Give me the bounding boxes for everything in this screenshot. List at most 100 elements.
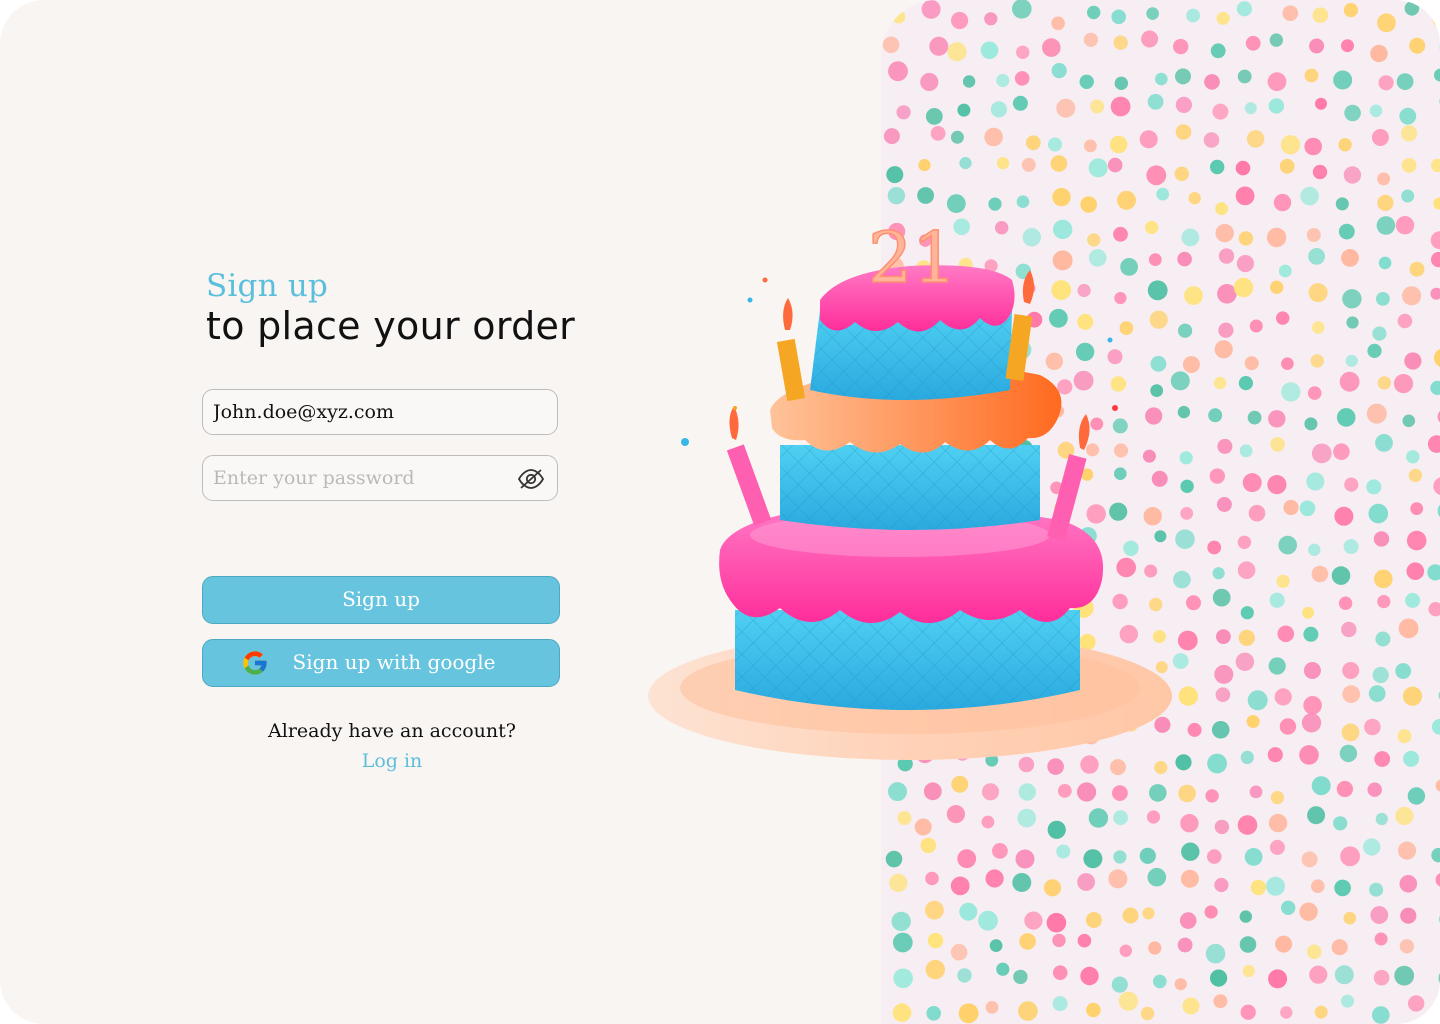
confetti-dot [1395, 663, 1412, 679]
confetti-dot [1237, 535, 1252, 549]
confetti-dot [1435, 779, 1440, 792]
confetti-dot [959, 902, 978, 921]
confetti-dot [1304, 137, 1322, 156]
confetti-dot [1338, 138, 1352, 152]
confetti-dot [1370, 906, 1389, 924]
confetti-dot [1240, 750, 1254, 765]
eye-off-icon[interactable] [517, 467, 545, 491]
signup-button[interactable]: Sign up [202, 576, 560, 624]
confetti-dot [1343, 911, 1357, 925]
confetti-dot [1371, 129, 1389, 146]
login-link[interactable]: Log in [202, 750, 582, 772]
confetti-dot [1250, 879, 1267, 896]
confetti-dot [892, 1003, 912, 1022]
confetti-dot [1235, 160, 1251, 176]
confetti-dot [992, 843, 1008, 859]
confetti-dot [1237, 815, 1258, 835]
confetti-dot [1433, 197, 1440, 210]
confetti-dot [1266, 876, 1285, 896]
confetti-dot [925, 959, 945, 980]
confetti-dot [1368, 503, 1389, 524]
confetti-dot [1214, 819, 1230, 835]
confetti-dot [996, 73, 1010, 88]
confetti-dot [1312, 7, 1329, 23]
confetti-dot [1215, 202, 1228, 216]
confetti-dot [1369, 882, 1384, 897]
confetti-dot [1274, 688, 1292, 706]
confetti-dot [1155, 72, 1168, 86]
password-field[interactable] [213, 456, 513, 500]
confetti-dot [925, 108, 943, 125]
confetti-dot [1239, 936, 1257, 953]
confetti-dot [926, 1006, 941, 1021]
confetti-dot [929, 36, 949, 56]
confetti-dot [1213, 376, 1227, 390]
confetti-dot [1378, 256, 1392, 270]
confetti-dot [1242, 964, 1255, 978]
confetti-dot [1331, 939, 1348, 956]
confetti-dot [927, 932, 944, 949]
confetti-dot [925, 871, 939, 886]
confetti-dot [1430, 287, 1440, 300]
confetti-dot [882, 36, 900, 54]
confetti-dot [1080, 966, 1099, 986]
confetti-dot [1278, 535, 1297, 555]
confetti-dot [1139, 130, 1158, 149]
confetti-dot [1406, 562, 1425, 580]
confetti-dot [1268, 657, 1286, 675]
confetti-dot [1210, 43, 1226, 59]
google-icon [243, 651, 267, 675]
confetti-dot [1395, 806, 1414, 826]
confetti-dot [1086, 1002, 1101, 1018]
confetti-dot [1146, 165, 1167, 186]
confetti-dot [1207, 540, 1222, 555]
confetti-dot [1012, 95, 1028, 111]
confetti-dot [1233, 277, 1254, 298]
email-field[interactable] [213, 390, 513, 434]
confetti-dot [1174, 978, 1187, 991]
confetti-dot [1308, 248, 1325, 265]
confetti-dot [1404, 1, 1420, 16]
confetti-dot [1395, 216, 1415, 235]
google-signup-button[interactable]: Sign up with google [202, 639, 560, 687]
email-field-container [202, 389, 558, 435]
confetti-dot [1306, 944, 1322, 960]
confetti-dot [885, 850, 903, 868]
confetti-dot [1341, 994, 1354, 1008]
confetti-dot [1307, 806, 1326, 825]
confetti-dot [1147, 867, 1167, 887]
confetti-dot [1303, 626, 1319, 642]
confetti-dot [1338, 223, 1355, 240]
confetti-dot [958, 1003, 979, 1024]
confetti-dot [1077, 933, 1092, 948]
confetti-dot [1205, 943, 1226, 964]
confetti-dot [1052, 996, 1068, 1012]
confetti-dot [1203, 132, 1220, 148]
confetti-dot [1269, 33, 1283, 47]
confetti-dot [1283, 499, 1299, 516]
confetti-dot [1281, 357, 1294, 371]
cake-number-candle: 21 [868, 217, 957, 299]
confetti-dot [1111, 9, 1126, 25]
confetti-dot [893, 968, 913, 989]
confetti-dot [1088, 808, 1109, 828]
confetti-dot [959, 157, 972, 170]
confetti-dot [1370, 44, 1388, 63]
confetti-dot [1235, 652, 1255, 671]
confetti-dot [1114, 76, 1128, 91]
confetti-dot [957, 103, 971, 117]
confetti-dot [1312, 321, 1325, 334]
confetti-dot [1208, 408, 1223, 423]
confetti-dot [1266, 227, 1287, 248]
confetti-dot [1281, 900, 1296, 915]
confetti-dot [1336, 408, 1356, 427]
confetti-dot [1139, 847, 1156, 864]
confetti-dot [1268, 969, 1288, 989]
confetti-dot [1246, 130, 1265, 148]
confetti-dot [1428, 602, 1440, 617]
confetti-dot [1181, 842, 1200, 861]
confetti-dot [1431, 158, 1440, 173]
confetti-dot [1402, 686, 1423, 706]
confetti-dot [1301, 713, 1322, 733]
confetti-dot [1399, 107, 1417, 125]
